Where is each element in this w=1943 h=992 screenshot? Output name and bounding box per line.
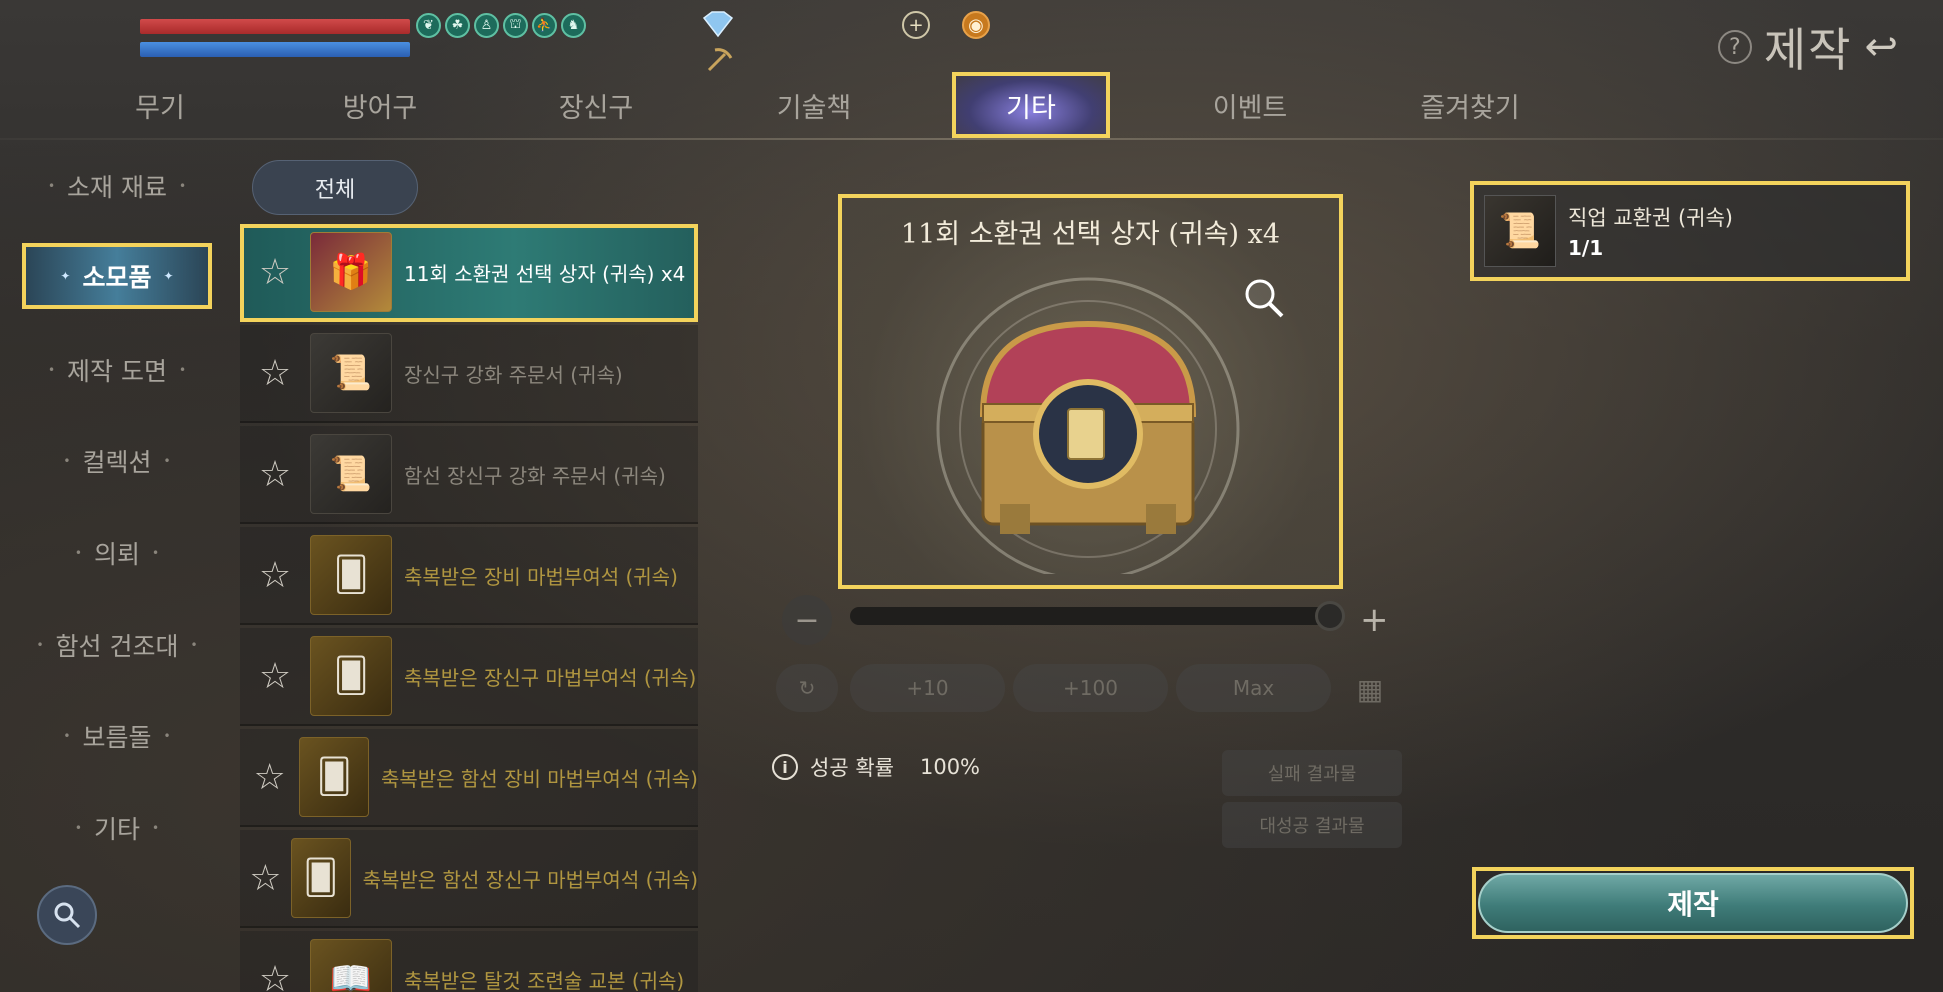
search-icon <box>54 902 81 929</box>
compass-icon[interactable]: ◉ <box>962 11 990 39</box>
page-header: ? 제작 ↩ <box>1717 14 1898 80</box>
success-rate-label: 성공 확률 <box>810 756 894 780</box>
calculator-icon[interactable]: ▦ <box>1345 667 1395 711</box>
decrease-quantity-button[interactable]: − <box>782 595 832 645</box>
item-preview: 11회 소환권 선택 상자 (귀속) x4 <box>838 194 1343 589</box>
tab-weapon[interactable]: 무기 <box>100 72 220 138</box>
success-rate: i 성공 확률 100% <box>772 752 980 782</box>
buff-icon: ♙ <box>474 13 499 38</box>
list-item[interactable]: ☆ 📜 장신구 강화 주문서 (귀속) <box>240 325 698 423</box>
scroll-thumbnail: 📜 <box>310 434 392 514</box>
list-item-label: 축복받은 장신구 마법부여석 (귀속) <box>404 665 697 690</box>
list-item[interactable]: ☆ 🂠 축복받은 장비 마법부여석 (귀속) <box>240 527 698 625</box>
buff-icon: ☘ <box>445 13 470 38</box>
tab-skillbook[interactable]: 기술책 <box>744 72 884 138</box>
back-icon[interactable]: ↩ <box>1864 24 1898 70</box>
favorite-star-icon[interactable]: ☆ <box>240 353 310 394</box>
sidebar-item-other[interactable]: • 기타 • <box>22 803 212 853</box>
enchant-stone-thumbnail: 🂠 <box>310 535 392 615</box>
favorite-star-icon[interactable]: ☆ <box>240 959 310 992</box>
gem-icon <box>700 10 736 42</box>
sidebar-item-moonstone[interactable]: • 보름돌 • <box>22 711 212 761</box>
treasure-chest-image <box>936 277 1240 574</box>
material-count: 1/1 <box>1568 236 1604 260</box>
list-item[interactable]: ☆ 🂠 축복받은 함선 장비 마법부여석 (귀속) <box>240 729 698 827</box>
list-item-label: 축복받은 장비 마법부여석 (귀속) <box>404 564 678 589</box>
favorite-star-icon[interactable]: ☆ <box>240 858 291 899</box>
increase-quantity-button[interactable]: + <box>1360 595 1390 645</box>
help-icon[interactable]: ? <box>1717 30 1752 64</box>
sidebar-item-blueprints[interactable]: • 제작 도면 • <box>22 345 212 395</box>
list-item[interactable]: ☆ 📖 축복받은 탈것 조련술 교본 (귀속) <box>240 931 698 992</box>
sidebar-item-shipyard[interactable]: • 함선 건조대 • <box>22 620 212 670</box>
success-rate-value: 100% <box>919 755 981 779</box>
list-item-label: 축복받은 탈것 조련술 교본 (귀속) <box>404 968 685 992</box>
favorite-star-icon[interactable]: ☆ <box>240 454 310 495</box>
tab-accessory[interactable]: 장신구 <box>526 72 666 138</box>
quantity-slider[interactable] <box>850 607 1330 625</box>
add-100-button[interactable]: +100 <box>1013 664 1168 712</box>
buff-list: ❦ ☘ ♙ ⛫ ⛹ ♞ <box>416 13 586 38</box>
favorite-star-icon[interactable]: ☆ <box>240 757 299 798</box>
sidebar-item-consumables[interactable]: ✦ 소모품 ✦ <box>22 243 212 309</box>
recipe-list: ☆ 🎁 11회 소환권 선택 상자 (귀속) x4 ☆ 📜 장신구 강화 주문서… <box>240 224 698 992</box>
search-button[interactable] <box>37 885 97 945</box>
material-name: 직업 교환권 (귀속) <box>1568 206 1733 230</box>
tome-thumbnail: 📖 <box>310 939 392 992</box>
required-material[interactable]: 📜 직업 교환권 (귀속) 1/1 <box>1470 181 1910 281</box>
sidebar-item-materials[interactable]: • 소재 재료 • <box>22 161 212 211</box>
mp-bar <box>140 42 410 57</box>
list-item[interactable]: ☆ 🂠 축복받은 함선 장신구 마법부여석 (귀속) <box>240 830 698 928</box>
max-quantity-button[interactable]: Max <box>1176 664 1331 712</box>
list-item-label: 장신구 강화 주문서 (귀속) <box>404 362 623 387</box>
enchant-stone-thumbnail: 🂠 <box>310 636 392 716</box>
info-icon[interactable]: i <box>772 754 798 780</box>
quantity-slider-handle[interactable] <box>1315 601 1345 631</box>
list-item[interactable]: ☆ 🎁 11회 소환권 선택 상자 (귀속) x4 <box>240 224 698 322</box>
scroll-thumbnail: 📜 <box>310 333 392 413</box>
reset-icon[interactable]: ↻ <box>776 664 838 712</box>
hp-bar <box>140 19 410 34</box>
page-title: 제작 <box>1763 23 1853 77</box>
list-item[interactable]: ☆ 🂠 축복받은 장신구 마법부여석 (귀속) <box>240 628 698 726</box>
favorite-star-icon[interactable]: ☆ <box>240 555 310 596</box>
list-item-label: 축복받은 함선 장비 마법부여석 (귀속) <box>380 766 698 791</box>
sidebar-item-requests[interactable]: • 의뢰 • <box>22 528 212 578</box>
scroll-thumbnail: 📜 <box>1484 195 1556 267</box>
craft-button-label: 제작 <box>1478 873 1908 933</box>
buff-icon: ⛹ <box>532 13 557 38</box>
fail-result-button[interactable]: 실패 결과물 <box>1222 750 1402 796</box>
enchant-stone-thumbnail: 🂠 <box>290 838 351 918</box>
enchant-stone-thumbnail: 🂠 <box>299 737 369 817</box>
filter-all-button[interactable]: 전체 <box>252 160 418 215</box>
list-item-label: 11회 소환권 선택 상자 (귀속) x4 <box>404 261 686 286</box>
add-icon[interactable]: + <box>902 11 930 39</box>
buff-icon: ♞ <box>561 13 586 38</box>
add-10-button[interactable]: +10 <box>850 664 1005 712</box>
list-item[interactable]: ☆ 📜 함선 장신구 강화 주문서 (귀속) <box>240 426 698 524</box>
favorite-star-icon[interactable]: ☆ <box>240 252 310 293</box>
tab-misc[interactable]: 기타 <box>952 72 1110 138</box>
great-success-result-button[interactable]: 대성공 결과물 <box>1222 802 1402 848</box>
tab-divider <box>0 138 1943 140</box>
favorite-star-icon[interactable]: ☆ <box>240 656 310 697</box>
list-item-label: 축복받은 함선 장신구 마법부여석 (귀속) <box>362 867 698 892</box>
tab-event[interactable]: 이벤트 <box>1180 72 1320 138</box>
craft-button[interactable]: 제작 <box>1472 867 1914 939</box>
tab-favorites[interactable]: 즐겨찾기 <box>1390 72 1550 138</box>
tab-armor[interactable]: 방어구 <box>310 72 450 138</box>
list-item-label: 함선 장신구 강화 주문서 (귀속) <box>404 463 666 488</box>
preview-item-name: 11회 소환권 선택 상자 (귀속) x4 <box>900 219 1281 250</box>
buff-icon: ❦ <box>416 13 441 38</box>
buff-icon: ⛫ <box>503 13 528 38</box>
chest-thumbnail: 🎁 <box>310 232 392 312</box>
sidebar-item-collection[interactable]: • 컬렉션 • <box>22 436 212 486</box>
category-tabs: 무기 방어구 장신구 기술책 기타 이벤트 즐겨찾기 <box>60 72 1540 138</box>
